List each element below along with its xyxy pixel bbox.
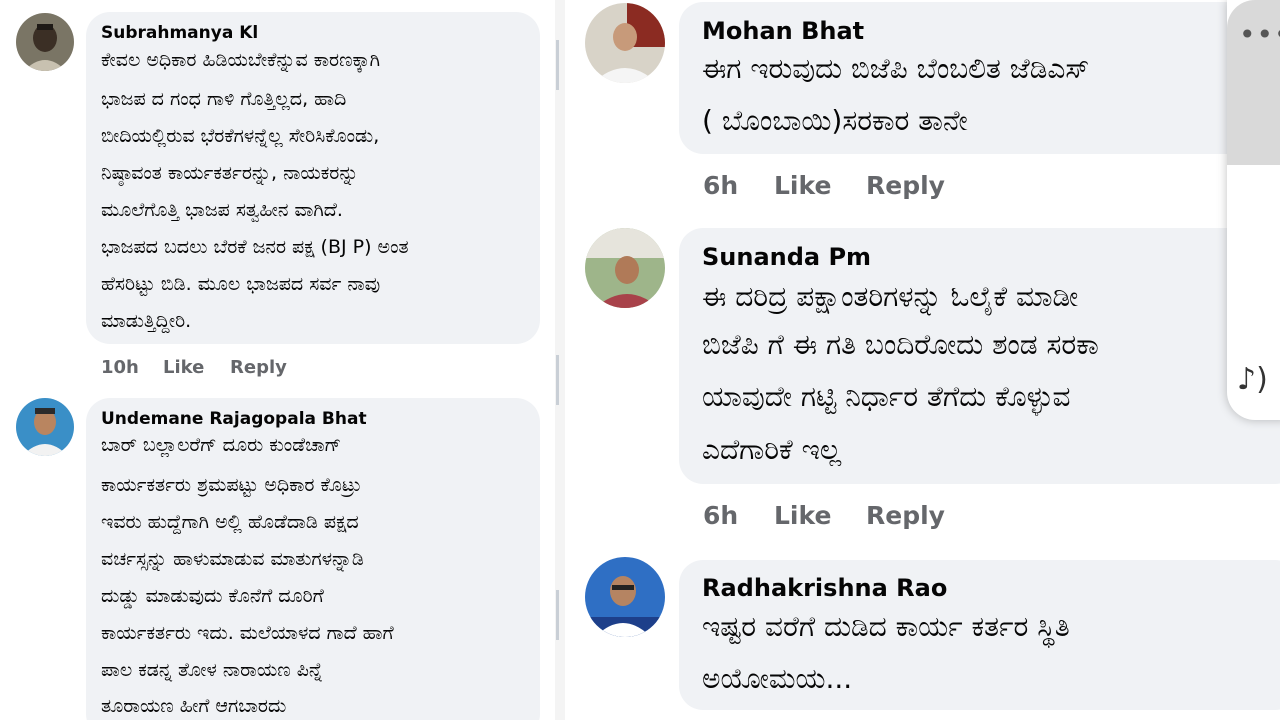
comment-text-line: ಕಾರ್ಯಕರ್ತರು ಇದು. ಮಲೆಯಾಳದ ಗಾದೆ ಹಾಗೆ: [101, 622, 394, 644]
comment-author[interactable]: Subrahmanya Kl: [101, 23, 258, 43]
comment-author[interactable]: Radhakrishna Rao: [702, 574, 947, 602]
comment-text-line: ಈ ದರಿದ್ರ ಪಕ್ಷಾಂತರಿಗಳನ್ನು ಓಲೈಕೆ ಮಾಡೀ: [702, 280, 1079, 313]
avatar[interactable]: [585, 3, 665, 83]
like-button[interactable]: Like: [774, 171, 831, 200]
divider-mark: [556, 590, 559, 640]
panel-divider: [555, 0, 565, 720]
avatar[interactable]: [16, 13, 74, 71]
comment-text-line: ಬಿಜೆಪಿ ಗೆ ಈ ಗತಿ ಬಂದಿರೋದು ಶಂಡ ಸರಕಾ: [702, 328, 1099, 361]
comment-text-line: ಯಾವುದೇ ಗಟ್ಟಿ ನಿರ್ಧಾರ ತೆಗೆದು ಕೊಳ್ಳುವ: [702, 380, 1071, 413]
comment-text-line: ( ಬೊಂಬಾಯಿ)ಸರಕಾರ ತಾನೇ: [702, 104, 968, 137]
divider-mark: [556, 355, 559, 405]
comment-author[interactable]: Undemane Rajagopala Bhat: [101, 409, 367, 429]
reply-button[interactable]: Reply: [866, 501, 945, 530]
avatar[interactable]: [585, 557, 665, 637]
like-button[interactable]: Like: [163, 357, 204, 378]
comment-text-line: ಎದೆಗಾರಿಕೆ ಇಲ್ಲ: [702, 433, 842, 466]
comment-author[interactable]: Sunanda Pm: [702, 243, 871, 271]
reply-button[interactable]: Reply: [866, 171, 945, 200]
comment-text-line: ಇವರು ಹುದ್ದೆಗಾಗಿ ಅಲ್ಲಿ ಹೊಡೆದಾಡಿ ಪಕ್ಷದ: [101, 511, 359, 533]
floating-side-panel[interactable]: ••• ♪): [1227, 0, 1280, 420]
comment-text-line: ಅಯೋಮಯ...: [702, 662, 853, 695]
comment-text-line: ಮೂಲೆಗೊತ್ತಿ ಭಾಜಪ ಸತ್ವಹೀನ ವಾಗಿದೆ.: [101, 199, 343, 221]
left-comment-panel: Subrahmanya Kl ಕೇವಲ ಅಧಿಕಾರ ಹಿಡಿಯಬೇಕೆನ್ನು…: [0, 0, 555, 720]
comment-text-line: ಬೀದಿಯಲ್ಲಿರುವ ಭೆರಕೆಗಳನ್ನೆಲ್ಲ ಸೇರಿಸಿಕೊಂಡು,: [101, 125, 380, 147]
comment-text-line: ಕೇವಲ ಅಧಿಕಾರ ಹಿಡಿಯಬೇಕೆನ್ನುವ ಕಾರಣಕ್ಕಾಗಿ: [101, 49, 381, 71]
divider-mark: [556, 40, 559, 90]
comment-text-line: ಬಾರ್ ಬಲ್ಲಾಲರೆಗ್ ದೂರು ಕುಂಡೆಚಾಗ್: [101, 434, 342, 456]
comment-text-line: ಕಾರ್ಯಕರ್ತರು ಶ್ರಮಪಟ್ಟು ಅಧಿಕಾರ ಕೊಟ್ರು: [101, 474, 362, 496]
comment-text-line: ಇಷ್ಟರ ವರೆಗೆ ದುಡಿದ ಕಾರ್ಯ ಕರ್ತರ ಸ್ಥಿತಿ: [702, 610, 1070, 643]
comment-text-line: ದುಡ್ಡು ಮಾಡುವುದು ಕೊನೆಗೆ ದೂರಿಗೆ: [101, 585, 324, 607]
more-dots-icon[interactable]: •••: [1239, 18, 1280, 51]
right-comment-panel: Mohan Bhat ಈಗ ಇರುವುದು ಬಿಜೆಪಿ ಬೆಂಬಲಿತ ಜೆಡ…: [565, 0, 1280, 720]
avatar[interactable]: [585, 228, 665, 308]
comment-text-line: ಭಾಜಪ ದ ಗಂಧ ಗಾಳಿ ಗೊತ್ತಿಲ್ಲದ, ಹಾದಿ: [101, 88, 347, 110]
comment-timestamp[interactable]: 6h: [703, 171, 738, 200]
comment-author[interactable]: Mohan Bhat: [702, 17, 864, 45]
comment-text-line: ಪಾಲ ಕಡನ್ನ ತೋಳ ನಾರಾಯಣ ಪಿನ್ನೆ: [101, 659, 323, 681]
comment-timestamp[interactable]: 10h: [101, 357, 139, 378]
comment-text-line: ಭಾಜಪದ ಬದಲು ಬೆರಕೆ ಜನರ ಪಕ್ಷ (BJ P) ಅಂತ: [101, 236, 409, 258]
comment-timestamp[interactable]: 6h: [703, 501, 738, 530]
comment-text-line: ಹೆಸರಿಟ್ಟು ಬಿಡಿ. ಮೂಲ ಭಾಜಪದ ಸರ್ವ ನಾವು: [101, 273, 381, 295]
comment-text-line: ಮಾಡುತ್ತಿದ್ದೀರಿ.: [101, 310, 192, 332]
like-button[interactable]: Like: [774, 501, 831, 530]
comment-text-line: ಈಗ ಇರುವುದು ಬಿಜೆಪಿ ಬೆಂಬಲಿತ ಜೆಡಿಎಸ್: [702, 52, 1090, 85]
reply-button[interactable]: Reply: [230, 357, 287, 378]
comment-text-line: ನಿಷ್ಠಾವಂತ ಕಾರ್ಯಕರ್ತರನ್ನು, ನಾಯಕರನ್ನು: [101, 162, 359, 184]
speaker-icon[interactable]: ♪): [1237, 362, 1268, 397]
avatar[interactable]: [16, 398, 74, 456]
comment-text-line: ವರ್ಚಸ್ಸನ್ನು ಹಾಳುಮಾಡುವ ಮಾತುಗಳನ್ನಾಡಿ: [101, 548, 364, 570]
comment-text-line: ತೂರಾಯಣ ಹೀಗೆ ಆಗಬಾರದು: [101, 695, 287, 717]
